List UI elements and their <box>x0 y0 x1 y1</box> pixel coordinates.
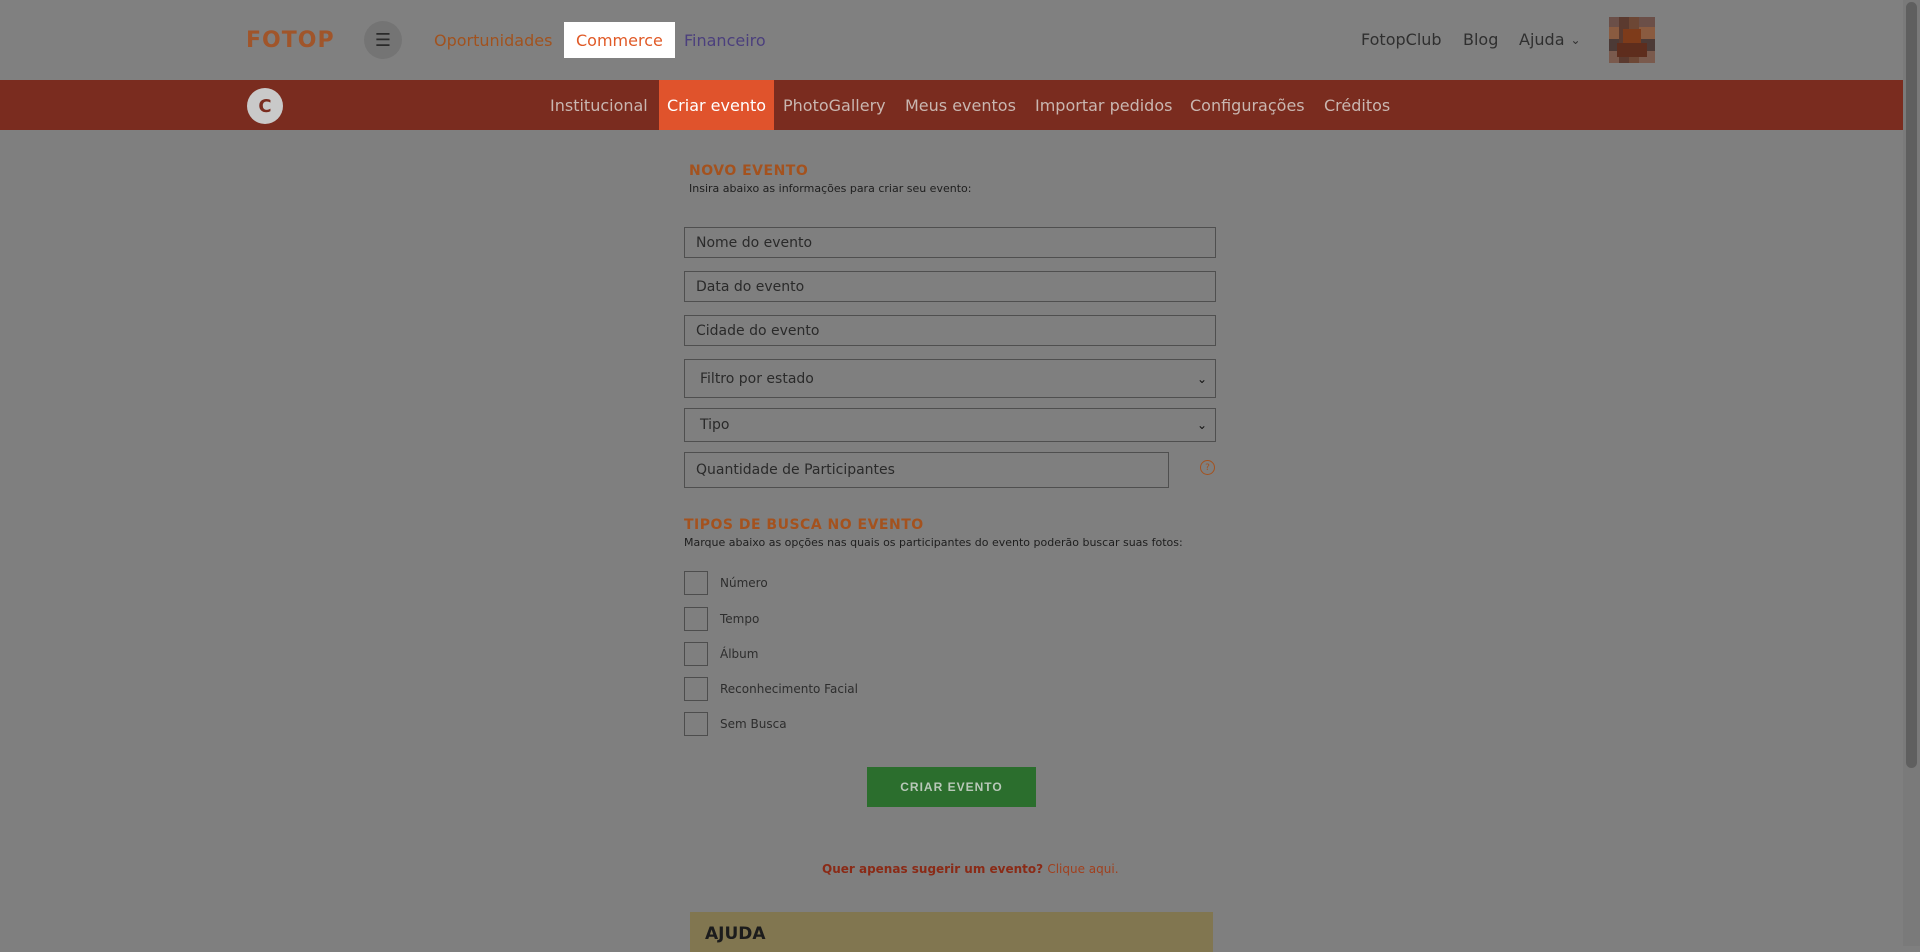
checkbox[interactable] <box>684 677 708 701</box>
nav-financeiro[interactable]: Financeiro <box>684 22 766 58</box>
option-sem-busca[interactable]: Sem Busca <box>684 712 787 736</box>
user-avatar[interactable] <box>1609 17 1655 63</box>
help-icon[interactable]: ? <box>1200 460 1215 475</box>
suggest-event-text: Quer apenas sugerir um evento? Clique aq… <box>822 862 1119 876</box>
checkbox[interactable] <box>684 607 708 631</box>
ajuda-panel: AJUDA <box>690 912 1213 952</box>
fotop-logo[interactable]: FOTOP <box>246 28 335 53</box>
link-fotopclub[interactable]: FotopClub <box>1361 30 1442 49</box>
novo-evento-subtitle: Insira abaixo as informações para criar … <box>689 182 972 195</box>
option-numero[interactable]: Número <box>684 571 768 595</box>
data-evento-input[interactable]: Data do evento <box>684 271 1216 302</box>
option-label: Sem Busca <box>720 717 787 731</box>
checkbox[interactable] <box>684 712 708 736</box>
novo-evento-title: NOVO EVENTO <box>689 163 809 179</box>
tipo-select[interactable]: Tipo ⌄ <box>684 408 1216 442</box>
chevron-down-icon: ⌄ <box>1570 32 1581 47</box>
tab-criar-evento[interactable]: Criar evento <box>659 80 775 130</box>
tipos-busca-title: TIPOS DE BUSCA NO EVENTO <box>684 517 924 533</box>
hamburger-menu-icon[interactable]: ☰ <box>364 21 402 59</box>
option-reconhecimento-facial[interactable]: Reconhecimento Facial <box>684 677 858 701</box>
nav-commerce[interactable]: Commerce <box>564 22 675 58</box>
suggest-question: Quer apenas sugerir um evento? <box>822 862 1044 876</box>
tab-importar-pedidos[interactable]: Importar pedidos <box>1035 80 1172 130</box>
cidade-evento-input[interactable]: Cidade do evento <box>684 315 1216 346</box>
ajuda-label: Ajuda <box>1519 30 1565 49</box>
chevron-down-icon: ⌄ <box>1196 371 1207 386</box>
estado-select[interactable]: Filtro por estado ⌄ <box>684 359 1216 398</box>
option-label: Reconhecimento Facial <box>720 682 858 696</box>
criar-evento-button[interactable]: CRIAR EVENTO <box>867 767 1036 807</box>
option-label: Tempo <box>720 612 760 626</box>
checkbox[interactable] <box>684 642 708 666</box>
avatar-pixel <box>1617 43 1647 57</box>
estado-selected-value: Filtro por estado <box>700 370 814 387</box>
ajuda-dropdown[interactable]: Ajuda ⌄ <box>1519 30 1581 49</box>
tab-photogallery[interactable]: PhotoGallery <box>783 80 886 130</box>
nav-oportunidades[interactable]: Oportunidades <box>434 22 552 58</box>
tab-configuracoes[interactable]: Configurações <box>1190 80 1305 130</box>
chevron-down-icon: ⌄ <box>1196 418 1207 432</box>
option-label: Número <box>720 576 768 590</box>
suggest-event-link[interactable]: Clique aqui. <box>1047 862 1118 876</box>
checkbox[interactable] <box>684 571 708 595</box>
tab-meus-eventos[interactable]: Meus eventos <box>905 80 1016 130</box>
tipos-busca-subtitle: Marque abaixo as opções nas quais os par… <box>684 536 1183 549</box>
link-blog[interactable]: Blog <box>1463 30 1498 49</box>
vertical-scrollbar[interactable] <box>1903 0 1920 946</box>
tab-institucional[interactable]: Institucional <box>550 80 648 130</box>
account-avatar[interactable]: C <box>247 88 283 124</box>
option-label: Álbum <box>720 647 759 661</box>
option-tempo[interactable]: Tempo <box>684 607 759 631</box>
tab-creditos[interactable]: Créditos <box>1324 80 1390 130</box>
tipo-selected-value: Tipo <box>700 417 730 433</box>
option-album[interactable]: Álbum <box>684 642 758 666</box>
scrollbar-thumb[interactable] <box>1906 2 1917 768</box>
participantes-input[interactable]: Quantidade de Participantes <box>684 452 1169 488</box>
ajuda-title: AJUDA <box>705 924 766 944</box>
nome-evento-input[interactable]: Nome do evento <box>684 227 1216 258</box>
